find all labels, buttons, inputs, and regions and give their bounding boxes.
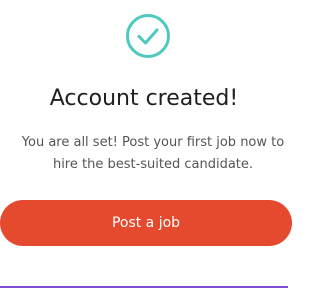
dialog-message: You are all set! Post your first job now… [21, 135, 285, 172]
post-a-job-button[interactable]: Post a job [0, 200, 292, 246]
dialog-title: Account created! [49, 86, 239, 111]
check-circle-icon [124, 12, 172, 60]
